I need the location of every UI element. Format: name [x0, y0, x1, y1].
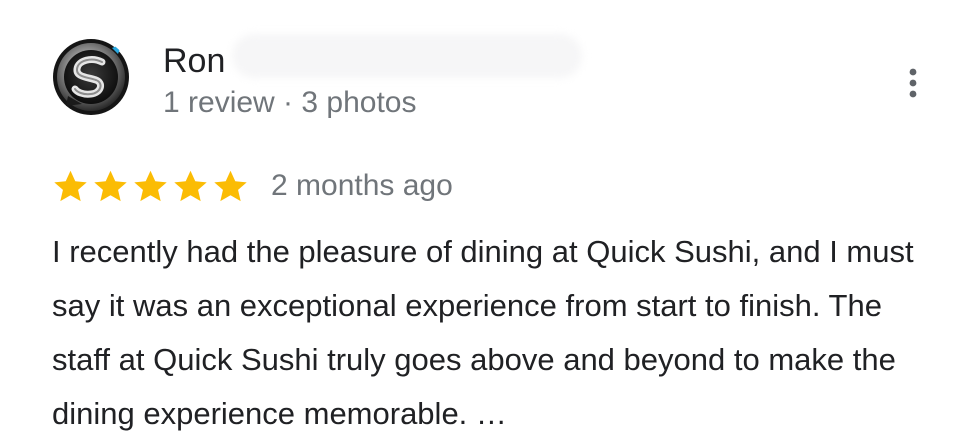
star-icon — [174, 170, 207, 201]
star-icon — [94, 170, 127, 201]
review-card: Ron 1 review · 3 photos 2 months ago I r… — [0, 0, 960, 437]
author-name[interactable]: Ron — [163, 42, 225, 81]
more-options-button[interactable] — [895, 62, 931, 104]
star-icon — [214, 170, 247, 201]
star-icon — [54, 170, 87, 201]
avatar[interactable] — [52, 38, 130, 116]
redacted-name-area — [232, 34, 582, 78]
rating-row: 2 months ago — [52, 166, 453, 206]
star-icon — [134, 170, 167, 201]
more-vertical-icon — [909, 68, 917, 98]
author-review-count[interactable]: 1 review · 3 photos — [163, 86, 416, 120]
star-rating — [52, 168, 249, 205]
review-date: 2 months ago — [271, 169, 453, 202]
review-text: I recently had the pleasure of dining at… — [52, 234, 914, 431]
logo-avatar-icon — [53, 39, 129, 115]
